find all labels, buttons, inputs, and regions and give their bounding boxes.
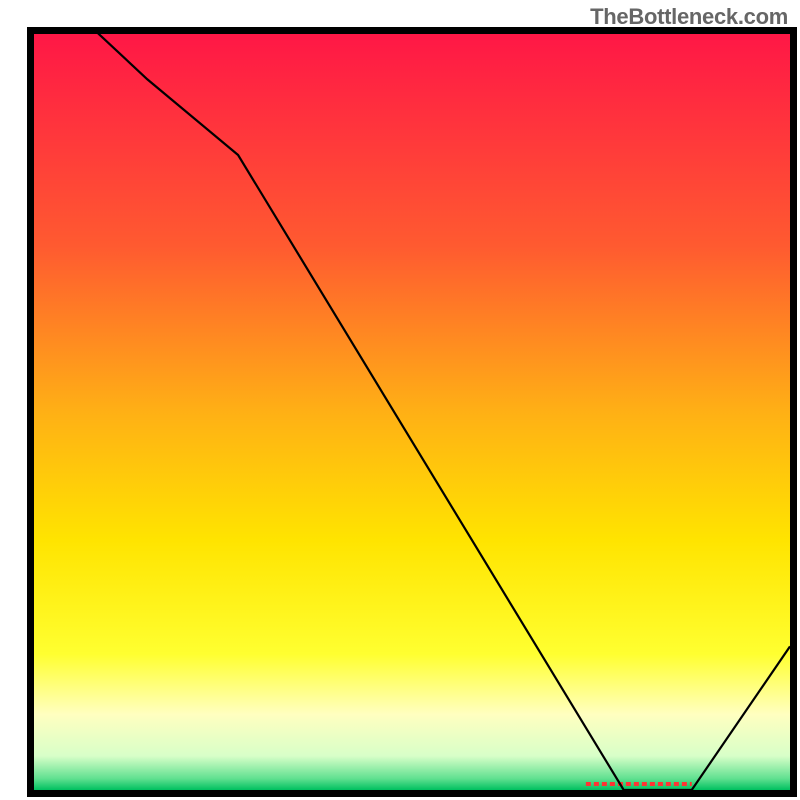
- attribution-text: TheBottleneck.com: [590, 4, 788, 30]
- bottleneck-chart: [0, 0, 800, 800]
- plot-background: [34, 34, 790, 790]
